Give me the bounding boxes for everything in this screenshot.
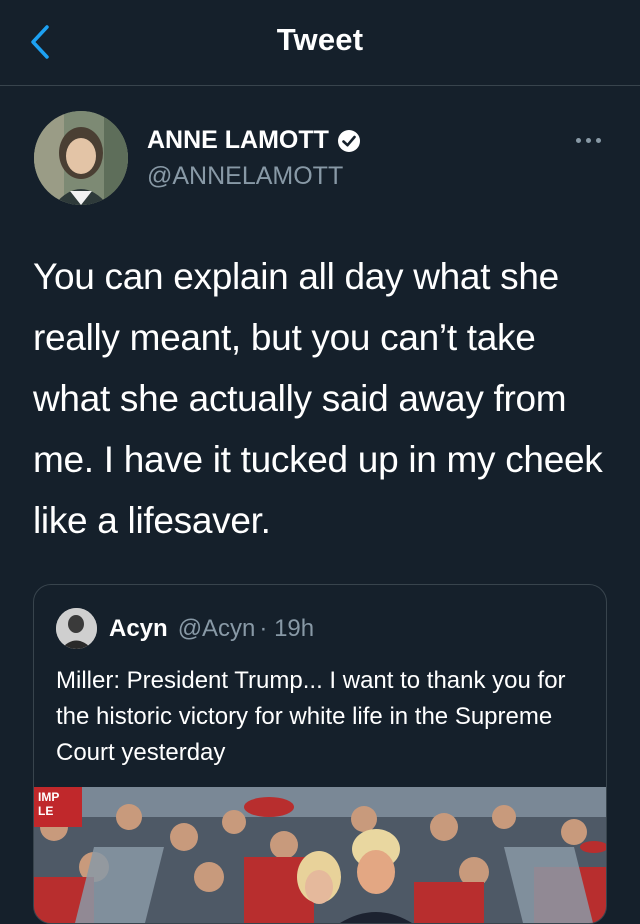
quoted-avatar-portrait xyxy=(56,608,97,649)
tweet-text: You can explain all day what she really … xyxy=(33,256,603,541)
author-name-text: ANNE LAMOTT xyxy=(147,126,329,154)
more-options-button[interactable] xyxy=(570,130,606,150)
quoted-tweet-card[interactable]: Acyn @Acyn · 19h Miller: President Trump… xyxy=(33,584,607,924)
quoted-tweet-image[interactable]: IMP LE xyxy=(34,787,606,923)
quoted-tweet-time: · 19h xyxy=(259,615,315,642)
author-handle: @ANNELAMOTT xyxy=(147,162,344,190)
top-bar: Tweet xyxy=(0,0,640,86)
quoted-author-avatar xyxy=(56,608,97,649)
more-dot-icon xyxy=(585,137,591,143)
rally-crowd-image: IMP LE xyxy=(34,787,606,923)
author-avatar[interactable] xyxy=(34,111,128,205)
more-dot-icon xyxy=(575,137,581,143)
quoted-tweet-header: Acyn @Acyn · 19h xyxy=(109,615,314,643)
quoted-tweet-text: Miller: President Trump... I want to tha… xyxy=(56,667,566,766)
quoted-author-handle: @Acyn xyxy=(177,615,256,642)
verified-badge-icon xyxy=(337,129,360,152)
author-name[interactable]: ANNE LAMOTT xyxy=(147,126,361,155)
more-dot-icon xyxy=(595,137,601,143)
quoted-author-name: Acyn xyxy=(109,615,168,642)
page-title: Tweet xyxy=(276,22,364,57)
avatar-portrait xyxy=(34,111,128,205)
